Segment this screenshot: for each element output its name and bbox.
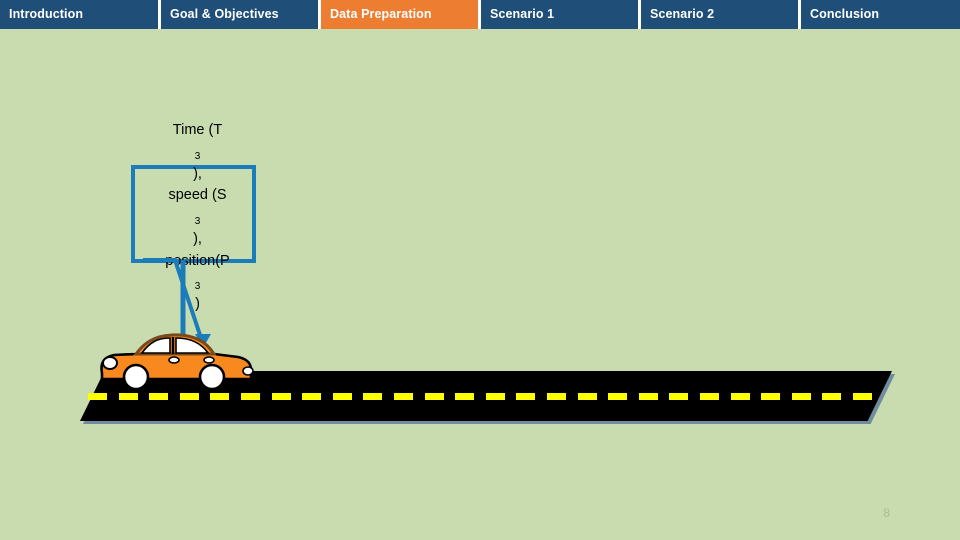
lane-dash (485, 393, 505, 400)
nav-tab-data-preparation[interactable]: Data Preparation (321, 0, 478, 29)
lane-markings (88, 393, 884, 400)
lane-dash (179, 393, 199, 400)
lane-dash (761, 393, 781, 400)
lane-dash (210, 393, 230, 400)
lane-dash (118, 393, 138, 400)
lane-dash (332, 393, 352, 400)
lane-dash (149, 393, 169, 400)
lane-dash (853, 393, 872, 400)
lane-dash (822, 393, 842, 400)
lane-dash (271, 393, 291, 400)
lane-dash (700, 393, 719, 400)
page-number: 8 (883, 506, 890, 520)
nav-tab-scenario-2[interactable]: Scenario 2 (641, 0, 798, 29)
callout-line-time: Time (T 3), (172, 122, 223, 182)
slide-canvas: Introduction Goal & Objectives Data Prepar… (0, 0, 960, 540)
callout-text: Time (T 3), speed (S 3), position(P 3) (135, 122, 260, 312)
lane-dash (241, 393, 260, 400)
lane-dash (638, 393, 658, 400)
time-subscript: 3 (194, 150, 201, 162)
nav-tab-goal-objectives[interactable]: Goal & Objectives (161, 0, 318, 29)
speed-subscript: 3 (194, 216, 201, 228)
lane-dash (302, 393, 322, 400)
lane-dash (547, 393, 566, 400)
lane-dash (424, 393, 444, 400)
measurement-callout-box: Time (T 3), speed (S 3), position(P 3) (131, 122, 256, 312)
navigation-bar: Introduction Goal & Objectives Data Prepar… (0, 0, 960, 29)
lane-dash (608, 393, 628, 400)
lane-dash (669, 393, 689, 400)
nav-tab-conclusion[interactable]: Conclusion (801, 0, 960, 29)
lane-dash (363, 393, 383, 400)
lane-dash (88, 393, 107, 400)
lane-dash (394, 393, 413, 400)
lane-dash (730, 393, 750, 400)
nav-tab-scenario-1[interactable]: Scenario 1 (481, 0, 638, 29)
callout-line-speed: speed (S 3), (168, 187, 227, 247)
lane-dash (577, 393, 597, 400)
lane-dash (791, 393, 811, 400)
lane-dash (516, 393, 536, 400)
car-illustration (100, 333, 254, 391)
nav-tab-introduction[interactable]: Introduction (0, 0, 158, 29)
lane-dash (455, 393, 475, 400)
